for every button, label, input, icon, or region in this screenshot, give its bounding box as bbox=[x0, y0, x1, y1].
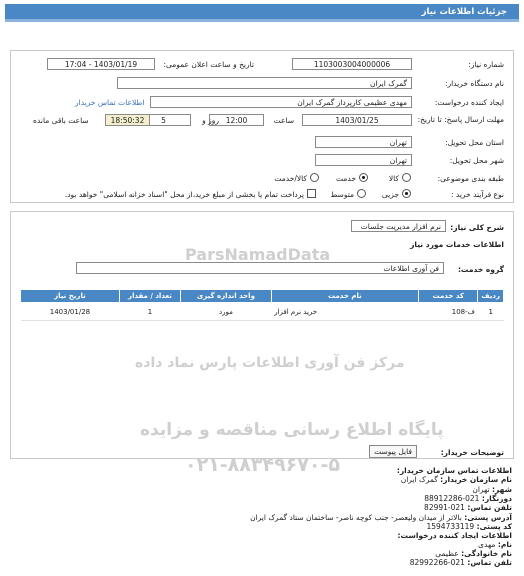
contact-org-name-value: گمرک ایران bbox=[400, 475, 438, 484]
creator-first-name-value: مهدی bbox=[478, 540, 496, 549]
creator-last-name-value: عظیمی bbox=[435, 549, 459, 558]
cell-need-date: 1403/01/28 bbox=[20, 302, 120, 321]
creator-first-name: نام: مهدی bbox=[478, 540, 512, 549]
page-title: جزئیات اطلاعات نیاز bbox=[421, 7, 507, 17]
process-option-minor: جزیی bbox=[381, 190, 399, 199]
announce-field: 1403/01/19 - 17:04 bbox=[47, 58, 155, 70]
category-option-service: خدمت bbox=[336, 174, 356, 183]
contact-address-label: آدرس پستی: bbox=[464, 513, 512, 522]
treasury-payment-note: پرداخت تمام یا بخشی از مبلغ خرید،از محل … bbox=[64, 190, 304, 199]
cell-row-number: 1 bbox=[477, 302, 504, 321]
page-header: جزئیات اطلاعات نیاز bbox=[5, 4, 519, 22]
contact-city: شهر: تهران bbox=[472, 485, 512, 494]
city-field: تهران bbox=[315, 154, 412, 166]
contact-phone: تلفن تماس: 021-82991 bbox=[424, 503, 512, 512]
category-radio-goods[interactable] bbox=[402, 173, 411, 182]
category-label: طبقه بندی موضوعی: bbox=[437, 174, 504, 183]
creator-label: ایجاد کننده درخواست: bbox=[434, 98, 504, 107]
contact-city-label: شهر: bbox=[492, 485, 512, 494]
buyer-notes-label: توضیحات خریدار: bbox=[440, 448, 504, 457]
creator-field: مهدی عظیمی کارپرداز گمرک ایران bbox=[150, 96, 412, 108]
summary-field: نرم افزار مدیریت جلسات bbox=[351, 220, 446, 232]
process-radio-medium[interactable] bbox=[357, 189, 366, 198]
service-group-field: فن آوری اطلاعات bbox=[76, 262, 444, 274]
col-unit: واحد اندازه گیری bbox=[180, 289, 272, 303]
need-number-field: 1103003004000006 bbox=[292, 58, 412, 70]
col-service-name: نام خدمت bbox=[270, 289, 420, 303]
cell-unit: مورد bbox=[180, 302, 272, 321]
process-label: نوع فرآیند خرید : bbox=[450, 190, 504, 199]
creator-phone-label: تلفن تماس: bbox=[467, 558, 512, 567]
cell-service-name: خرید نرم افزار bbox=[271, 302, 419, 321]
col-row-number: ردیف bbox=[477, 289, 504, 303]
contact-phone-label: تلفن تماس: bbox=[467, 503, 512, 512]
contact-org-name-label: نام سازمان خریدار: bbox=[440, 475, 512, 484]
announce-label: تاریخ و ساعت اعلان عمومی: bbox=[163, 60, 254, 69]
creator-info-heading: اطلاعات ایجاد کننده درخواست: bbox=[397, 531, 513, 540]
category-radio-service[interactable] bbox=[359, 173, 368, 182]
summary-label: شرح کلی نیاز: bbox=[450, 223, 504, 232]
contact-postal-label: کد پستی: bbox=[476, 522, 512, 531]
service-group-label: گروه خدمت: bbox=[457, 265, 504, 274]
creator-phone: تلفن تماس: 021-82992266 bbox=[410, 558, 512, 567]
deadline-time-label: ساعت bbox=[273, 116, 294, 125]
deadline-date-field: 1403/01/25 bbox=[302, 114, 412, 126]
contact-fax: دورنگار: 021-88912286 bbox=[424, 494, 512, 503]
contact-postal: کد پستی: 1594733119 bbox=[426, 522, 512, 531]
contact-fax-label: دورنگار: bbox=[481, 494, 512, 503]
time-remaining-label: ساعت باقی مانده bbox=[33, 116, 89, 125]
city-label: شهر محل تحویل: bbox=[449, 156, 504, 165]
creator-last-name: نام خانوادگی: عظیمی bbox=[435, 549, 512, 558]
col-service-code: کد خدمت bbox=[418, 289, 479, 303]
days-label: روز و bbox=[202, 116, 219, 125]
contact-city-value: تهران bbox=[472, 485, 490, 494]
buyer-org-field: گمرک ایران bbox=[117, 77, 412, 89]
services-table: ردیف کد خدمت نام خدمت واحد اندازه گیری ت… bbox=[20, 289, 504, 321]
col-need-date: تاریخ نیاز bbox=[20, 289, 120, 303]
process-radio-minor[interactable] bbox=[402, 189, 411, 198]
buyer-org-label: نام دستگاه خریدار: bbox=[444, 79, 504, 88]
deadline-label: مهلت ارسال پاسخ: تا تاریخ: bbox=[417, 115, 504, 124]
cell-quantity: 1 bbox=[119, 302, 181, 321]
creator-last-name-label: نام خانوادگی: bbox=[461, 549, 512, 558]
need-number-label: شماره نیاز: bbox=[468, 60, 504, 69]
attachment-button[interactable]: فایل پیوست bbox=[369, 445, 417, 458]
page: جزئیات اطلاعات نیاز شماره نیاز: 11030030… bbox=[0, 0, 524, 576]
services-heading: اطلاعات خدمات مورد نیاز bbox=[410, 240, 504, 249]
col-quantity: تعداد / مقدار bbox=[118, 289, 182, 303]
contact-heading: اطلاعات تماس سازمان خریدار: bbox=[396, 466, 512, 475]
buyer-contact-link[interactable]: اطلاعات تماس خریدار bbox=[75, 98, 145, 107]
contact-fax-value: 021-88912286 bbox=[424, 494, 480, 503]
time-remaining-field: 18:50:32 bbox=[105, 114, 150, 126]
contact-phone-value: 021-82991 bbox=[424, 503, 465, 512]
province-label: استان محل تحویل: bbox=[445, 138, 504, 147]
contact-address: آدرس پستی: بالاتر از میدان ولیعصر- جنب ک… bbox=[250, 513, 512, 522]
province-field: تهران bbox=[315, 136, 412, 148]
creator-first-name-label: نام: bbox=[497, 540, 512, 549]
process-option-medium: متوسط bbox=[330, 190, 354, 199]
treasury-payment-checkbox[interactable] bbox=[307, 189, 316, 198]
table-header-row: ردیف کد خدمت نام خدمت واحد اندازه گیری ت… bbox=[20, 289, 504, 303]
category-option-both: کالا/خدمت bbox=[274, 174, 307, 183]
category-radio-both[interactable] bbox=[310, 173, 319, 182]
category-option-goods: کالا bbox=[388, 174, 399, 183]
contact-org-name: نام سازمان خریدار: گمرک ایران bbox=[401, 475, 512, 484]
contact-postal-value: 1594733119 bbox=[426, 522, 475, 531]
table-row: 1 ف-108 خرید نرم افزار مورد 1 1403/01/28 bbox=[20, 302, 504, 321]
contact-address-value: بالاتر از میدان ولیعصر- جنب کوچه ناصر- س… bbox=[250, 513, 462, 522]
creator-phone-value: 021-82992266 bbox=[409, 558, 465, 567]
cell-service-code: ف-108 bbox=[418, 302, 478, 321]
